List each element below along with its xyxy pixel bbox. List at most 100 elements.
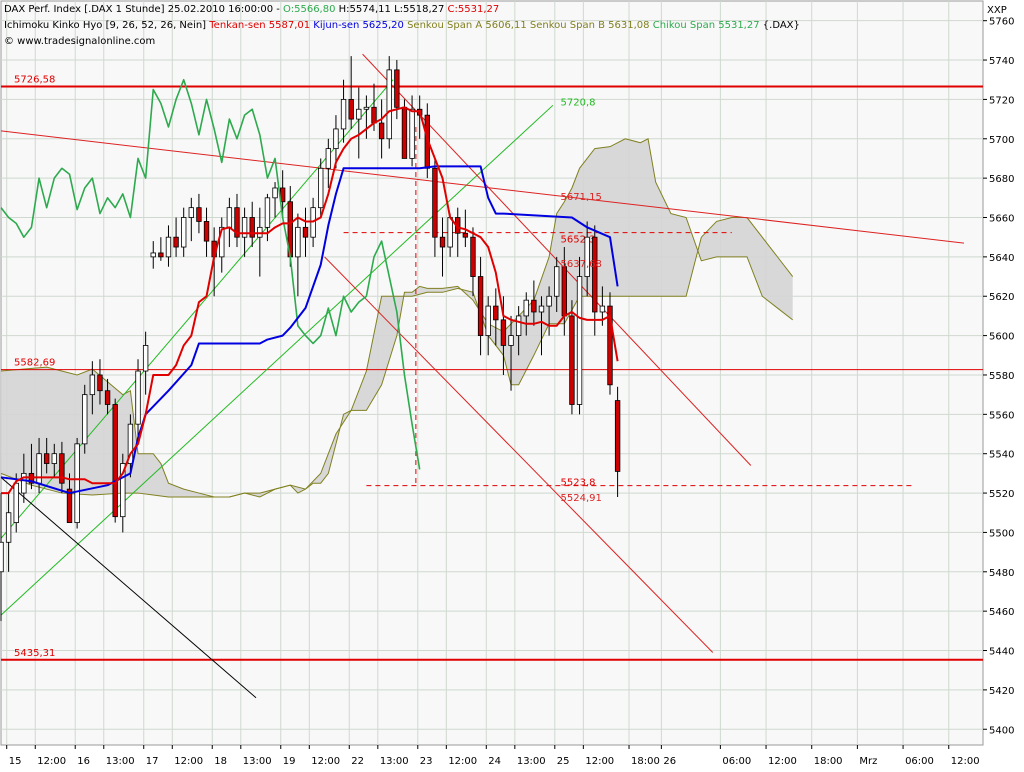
x-tick-label: 18 xyxy=(214,756,227,767)
candle-body xyxy=(576,276,583,405)
support-label: 5435,31 xyxy=(14,648,55,659)
candle-body xyxy=(614,400,621,472)
candle-body xyxy=(470,236,476,277)
x-tick-label: 19 xyxy=(283,756,296,767)
x-tick-label: 12:00 xyxy=(174,756,203,767)
header-line1: DAX Perf. Index [.DAX 1 Stunde] 25.02.20… xyxy=(4,4,499,15)
candle-body xyxy=(173,236,179,248)
level-label: 5524,91 xyxy=(561,493,602,504)
candle-body xyxy=(401,106,408,159)
header-line2: Ichimoku Kinko Hyo [9, 26, 52, 26, Nein]… xyxy=(4,20,800,31)
y-tick-label: 5500 xyxy=(989,528,1014,539)
candle-body xyxy=(439,236,446,248)
candle-body xyxy=(5,512,12,543)
candle-body xyxy=(112,404,118,518)
y-tick-label: 5580 xyxy=(989,371,1014,382)
candle-body xyxy=(432,167,438,238)
candle-body xyxy=(493,305,499,321)
candle-body xyxy=(584,236,590,277)
y-tick-label: 5540 xyxy=(989,450,1014,461)
header-high: H:5574,11 xyxy=(335,4,390,15)
candle-body xyxy=(226,207,233,228)
level-label: 5671,15 xyxy=(561,192,602,203)
x-tick-label: 13:00 xyxy=(243,756,272,767)
indicator-prefix: Ichimoku Kinko Hyo [9, 26, 52, 26, Nein] xyxy=(4,20,206,31)
candle-body xyxy=(477,276,484,337)
candle-body xyxy=(462,232,469,238)
x-tick-label: 23 xyxy=(420,756,433,767)
candle-body xyxy=(378,122,385,140)
chart-svg[interactable]: 5726,58 5582,69 5435,31 5652,3 5523,8 5720,8… xyxy=(0,0,1024,768)
y-tick-label: 5680 xyxy=(989,174,1014,185)
candle-body xyxy=(181,217,187,248)
dashed-level-label: 5652,3 xyxy=(561,235,596,246)
candle-body xyxy=(500,319,507,346)
x-tick-label: 12:00 xyxy=(37,756,66,767)
header-prefix: DAX Perf. Index [.DAX 1 Stunde] 25.02.20… xyxy=(4,4,283,15)
x-tick-label: Mrz xyxy=(859,756,877,767)
y-tick-label: 5660 xyxy=(989,214,1014,225)
symbol-label: {.DAX} xyxy=(760,20,800,31)
candle-body xyxy=(318,167,324,209)
x-tick-label: 06:00 xyxy=(905,756,934,767)
header-low: L:5518,27 xyxy=(391,4,444,15)
candle-body xyxy=(0,541,4,573)
y-tick-label: 5740 xyxy=(989,56,1014,67)
y-tick-label: 5440 xyxy=(989,647,1014,658)
candle-body xyxy=(447,217,453,248)
candle-body xyxy=(59,453,65,484)
candle-body xyxy=(142,345,149,372)
x-tick-label: 13:00 xyxy=(517,756,546,767)
x-tick-label: 12:00 xyxy=(951,756,980,767)
candle-body xyxy=(523,299,529,317)
support-label: 5726,58 xyxy=(14,74,55,85)
candle-body xyxy=(592,236,598,313)
candle-body xyxy=(158,252,164,258)
chart-container: 5726,58 5582,69 5435,31 5652,3 5523,8 5720,8… xyxy=(0,0,1024,768)
tenkan-label: Tenkan-sen 5587,01 xyxy=(206,20,310,31)
y-tick-label: 5600 xyxy=(989,332,1014,343)
candle-body xyxy=(508,335,514,346)
y-tick-label: 5460 xyxy=(989,607,1014,618)
x-tick-label: 25 xyxy=(557,756,570,767)
y-tick-label: 5480 xyxy=(989,568,1014,579)
candle-body xyxy=(599,305,606,313)
header-close: C:5531,27 xyxy=(444,4,499,15)
candle-body xyxy=(409,108,415,159)
y-tick-label: 5520 xyxy=(989,489,1014,500)
candle-body xyxy=(36,453,42,484)
candle-body xyxy=(348,99,354,120)
x-tick-label: 13:00 xyxy=(380,756,409,767)
plot-area[interactable] xyxy=(0,0,984,746)
candle-body xyxy=(150,252,156,258)
candle-body xyxy=(97,374,103,392)
candle-body xyxy=(561,266,568,317)
chikou-label: Chikou Span 5531,27 xyxy=(650,20,760,31)
dashed-level-label: 5523,8 xyxy=(561,478,596,489)
candle-body xyxy=(356,108,362,120)
candle-body xyxy=(371,106,377,124)
candle-body xyxy=(89,374,96,396)
x-tick-label: 12:00 xyxy=(448,756,477,767)
kijun-label: Kijun-sen 5625,20 xyxy=(310,20,404,31)
y-tick-label: 5400 xyxy=(989,725,1014,736)
candle-body xyxy=(13,482,19,523)
candle-body xyxy=(135,370,141,425)
candle-body xyxy=(74,443,80,523)
candle-body xyxy=(82,394,88,445)
candle-body xyxy=(546,295,552,307)
candle-body xyxy=(295,226,301,258)
candle-body xyxy=(515,315,522,337)
candle-body xyxy=(538,305,545,313)
x-tick-label: 26 xyxy=(663,756,676,767)
candle-body xyxy=(51,453,57,464)
axis-unit-label: XXP xyxy=(987,5,1007,16)
candle-body xyxy=(569,315,575,405)
x-tick-label: 18:00 xyxy=(631,756,660,767)
candle-body xyxy=(531,299,537,313)
span-a-label: Senkou Span A 5606,11 xyxy=(404,20,527,31)
y-tick-label: 5700 xyxy=(989,135,1014,146)
candle-body xyxy=(554,266,560,297)
y-tick-label: 5760 xyxy=(989,17,1014,28)
x-tick-label: 06:00 xyxy=(722,756,751,767)
